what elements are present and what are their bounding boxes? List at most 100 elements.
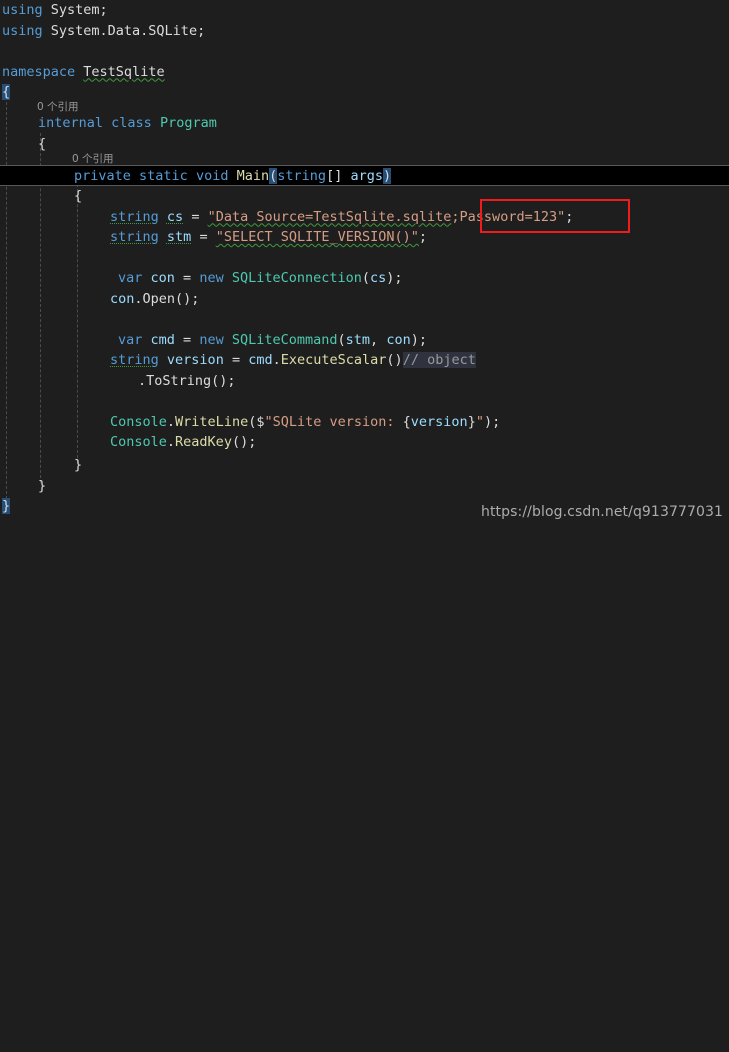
argument-cs: cs: [370, 270, 387, 286]
semicolon: ;: [565, 208, 574, 225]
code-line-readkey[interactable]: Console.ReadKey();: [110, 432, 256, 453]
class-console: Console: [110, 434, 167, 450]
close-brace: }: [38, 477, 47, 494]
code-line-class-close-brace[interactable]: }: [38, 476, 46, 497]
code-line-connection-string[interactable]: string cs = "Data Source=TestSqlite.sqli…: [110, 207, 573, 228]
variable-stm: stm: [166, 229, 192, 245]
class-name-program: Program: [159, 115, 217, 131]
bracket-match-close: }: [2, 498, 11, 514]
code-line-namespace-open-brace[interactable]: {: [2, 82, 11, 103]
parameter-args: args: [350, 167, 383, 184]
paren-close-semi: ();: [231, 434, 257, 450]
method-name-main: Main: [236, 167, 270, 184]
keyword-internal: internal: [38, 115, 104, 131]
string-literal-suffix: ": [475, 413, 484, 430]
argument-con: con: [386, 331, 411, 348]
method-executescalar: ExecuteScalar: [280, 352, 387, 368]
code-line-namespace-close-brace[interactable]: }: [2, 496, 11, 517]
code-line-tostring[interactable]: .ToString();: [138, 371, 236, 392]
variable-con: con: [110, 290, 135, 307]
string-literal-sql: "SELECT SQLITE_VERSION()": [215, 229, 419, 245]
dot: .: [166, 434, 176, 450]
code-line-new-command[interactable]: var cmd = new SQLiteCommand(stm, con);: [118, 330, 427, 351]
indent-guide-level-3: [77, 174, 78, 463]
interp-open: ($: [248, 413, 265, 430]
keyword-var: var: [118, 270, 143, 286]
type-sqliteconnection: SQLiteConnection: [231, 270, 362, 286]
string-literal-password: ;Password=123": [451, 208, 566, 225]
namespace-system-data-sqlite: System.Data.SQLite;: [42, 22, 206, 39]
keyword-string: string: [110, 352, 159, 368]
code-line-class-open-brace[interactable]: {: [38, 134, 46, 155]
array-brackets: []: [326, 167, 351, 184]
interpolation-brace-close: }: [467, 413, 476, 430]
keyword-namespace: namespace: [2, 63, 76, 80]
code-line-using-system[interactable]: using System;: [2, 0, 108, 21]
code-line-main-open-brace[interactable]: {: [74, 186, 82, 207]
paren-close-semi: );: [410, 331, 427, 348]
codelens-label: 0 个引用: [72, 153, 114, 165]
paren-open: (: [337, 331, 346, 348]
variable-cmd: cmd: [150, 331, 175, 348]
code-line-sql-statement[interactable]: string stm = "SELECT SQLITE_VERSION()";: [110, 227, 427, 248]
keyword-static: static: [139, 167, 188, 184]
semicolon: ;: [418, 229, 428, 245]
code-line-connection-open[interactable]: con.Open();: [110, 289, 199, 310]
keyword-private: private: [74, 167, 131, 184]
variable-cs: cs: [166, 208, 184, 225]
code-line-new-connection[interactable]: var con = new SQLiteConnection(cs);: [118, 268, 403, 289]
code-line-namespace[interactable]: namespace TestSqlite: [2, 62, 165, 83]
method-writeline: WriteLine: [175, 413, 249, 430]
codelens-label: 0 个引用: [37, 101, 79, 113]
open-brace: {: [74, 188, 83, 204]
code-line-class-declaration[interactable]: internal class Program: [38, 113, 217, 134]
keyword-var: var: [118, 331, 143, 348]
code-line-execute-scalar[interactable]: string version = cmd.ExecuteScalar()// o…: [110, 350, 476, 371]
indent-guide-level-1: [6, 92, 7, 504]
code-line-method-close-brace[interactable]: }: [74, 455, 82, 476]
assign-operator: =: [174, 270, 200, 286]
assign-operator: =: [174, 331, 200, 348]
keyword-using: using: [2, 2, 43, 18]
namespace-name: TestSqlite: [83, 63, 165, 80]
code-line-using-sqlite[interactable]: using System.Data.SQLite;: [2, 21, 205, 42]
keyword-string: string: [277, 167, 327, 184]
keyword-class: class: [111, 115, 152, 131]
open-brace: {: [38, 135, 47, 152]
assign-operator: =: [191, 229, 216, 245]
method-readkey: ReadKey: [175, 434, 232, 450]
string-literal-part1: "Data Source=TestSqlite.sqlite: [207, 208, 452, 225]
keyword-new: new: [199, 331, 224, 348]
paren-close-semi: );: [386, 270, 403, 286]
type-sqlitecommand: SQLiteCommand: [231, 331, 338, 348]
close-brace: }: [74, 457, 83, 473]
watermark-text: https://blog.csdn.net/q913777031: [480, 503, 723, 520]
comma: ,: [370, 331, 387, 348]
code-line-main-signature[interactable]: private static void Main(string[] args): [74, 166, 392, 187]
bracket-match-open: {: [2, 84, 11, 100]
class-console: Console: [110, 413, 167, 430]
variable-version: version: [166, 352, 224, 368]
interpolation-brace-open: {: [402, 413, 411, 430]
interpolated-variable-version: version: [410, 413, 468, 430]
keyword-string: string: [110, 208, 159, 225]
paren-close-semi: );: [483, 413, 501, 430]
assign-operator: =: [223, 352, 249, 368]
namespace-system: System;: [42, 2, 108, 18]
parens: (): [386, 352, 403, 368]
keyword-using: using: [2, 22, 43, 39]
dot: .: [272, 352, 281, 368]
keyword-void: void: [195, 167, 229, 184]
code-editor[interactable]: using System; using System.Data.SQLite; …: [0, 0, 729, 526]
code-line-writeline[interactable]: Console.WriteLine($"SQLite version: {ver…: [110, 412, 500, 433]
paren-open: (: [361, 270, 371, 286]
